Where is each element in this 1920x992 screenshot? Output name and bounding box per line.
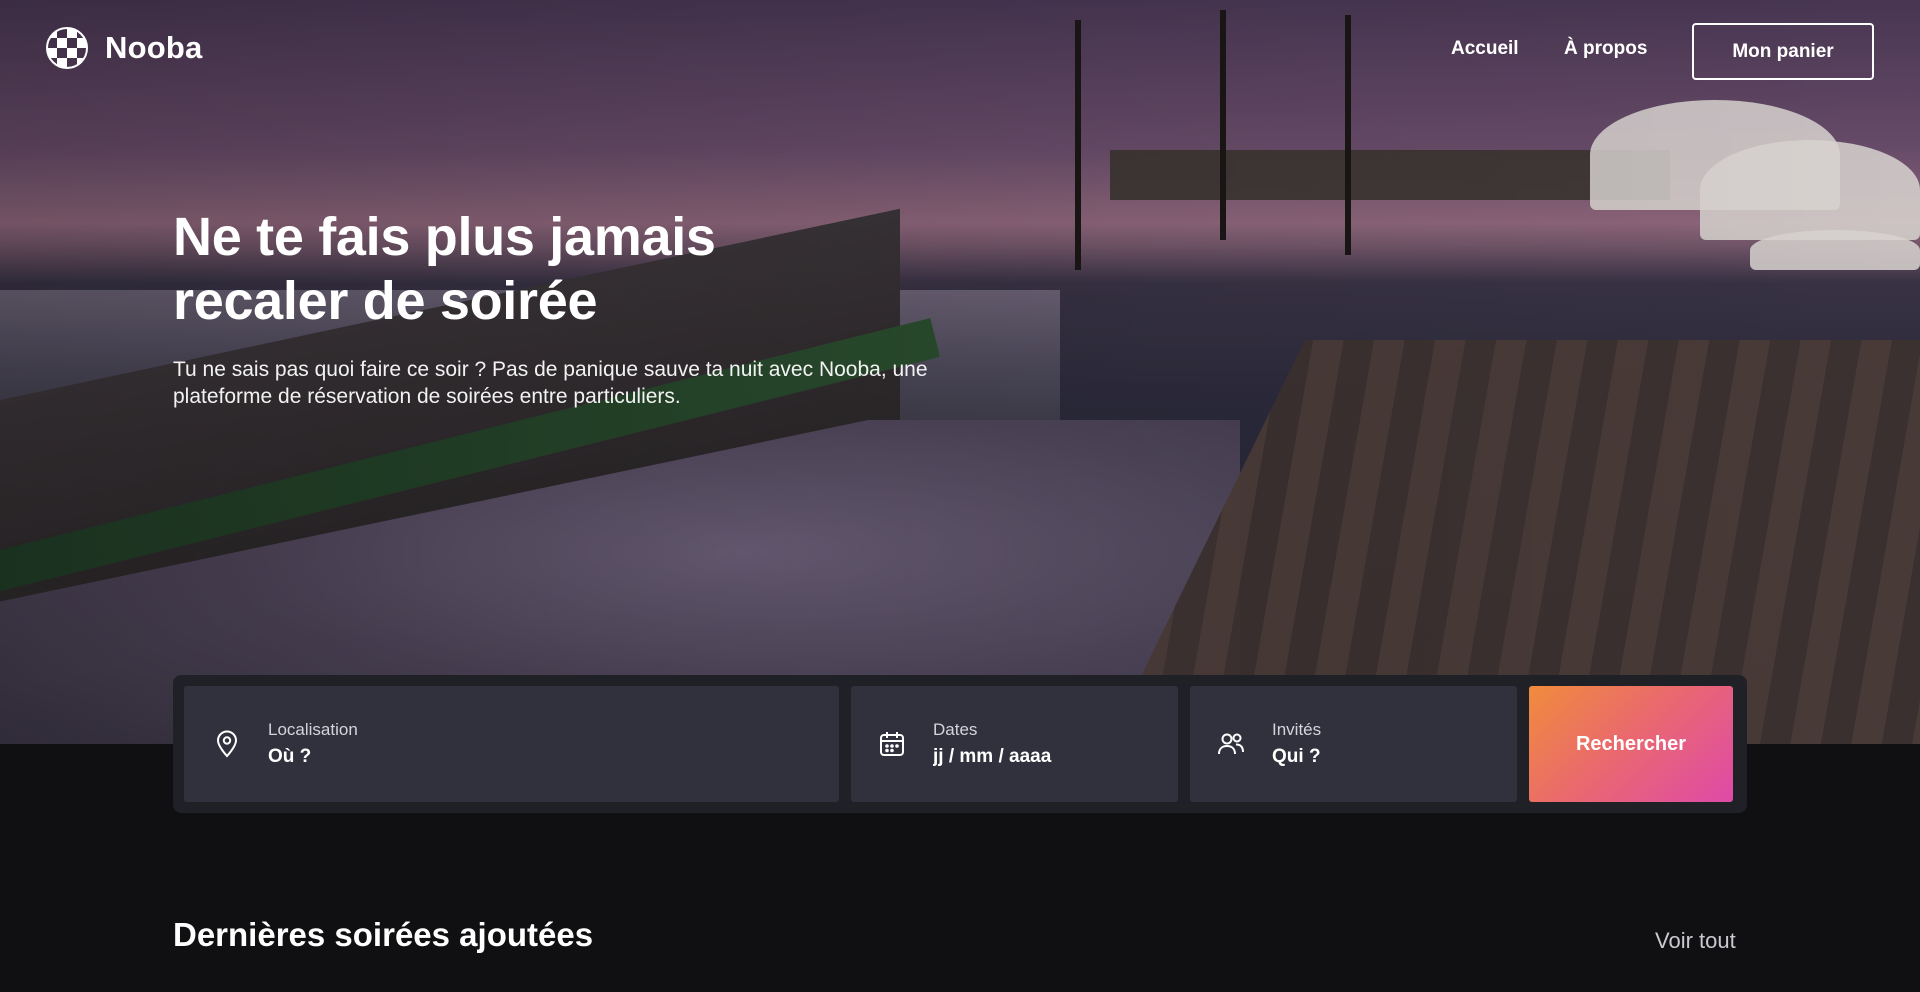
- dates-field[interactable]: Dates: [851, 686, 1178, 802]
- nav-link-home[interactable]: Accueil: [1451, 38, 1519, 60]
- dates-input[interactable]: [933, 746, 1173, 768]
- guests-input[interactable]: [1272, 746, 1512, 768]
- calendar-icon: [880, 732, 904, 756]
- location-field[interactable]: Localisation: [184, 686, 839, 802]
- guests-field[interactable]: Invités: [1190, 686, 1517, 802]
- latest-parties-title: Dernières soirées ajoutées: [173, 916, 594, 953]
- see-all-link[interactable]: Voir tout: [1655, 928, 1736, 954]
- guests-texts: Invités: [1272, 720, 1512, 768]
- users-icon: [1218, 733, 1244, 755]
- hero-title: Ne te fais plus jamais recaler de soirée: [173, 207, 716, 331]
- dates-texts: Dates: [933, 720, 1173, 768]
- top-navigation: Nooba Accueil À propos Mon panier: [0, 0, 1920, 100]
- cart-button[interactable]: Mon panier: [1692, 23, 1874, 80]
- search-bar: Localisation Dates Invités: [173, 675, 1747, 813]
- search-button[interactable]: Rechercher: [1529, 686, 1733, 802]
- map-pin-icon: [216, 730, 238, 758]
- checkered-circle-logo-icon: [46, 27, 88, 69]
- nav-link-about[interactable]: À propos: [1564, 38, 1647, 60]
- location-texts: Localisation: [268, 720, 508, 768]
- guests-label: Invités: [1272, 720, 1322, 739]
- hero-subtitle: Tu ne sais pas quoi faire ce soir ? Pas …: [173, 358, 928, 408]
- brand-logo[interactable]: Nooba: [45, 26, 202, 70]
- brand-name: Nooba: [105, 30, 203, 65]
- location-label: Localisation: [268, 720, 358, 739]
- dates-label: Dates: [933, 720, 978, 739]
- location-input[interactable]: [268, 746, 508, 768]
